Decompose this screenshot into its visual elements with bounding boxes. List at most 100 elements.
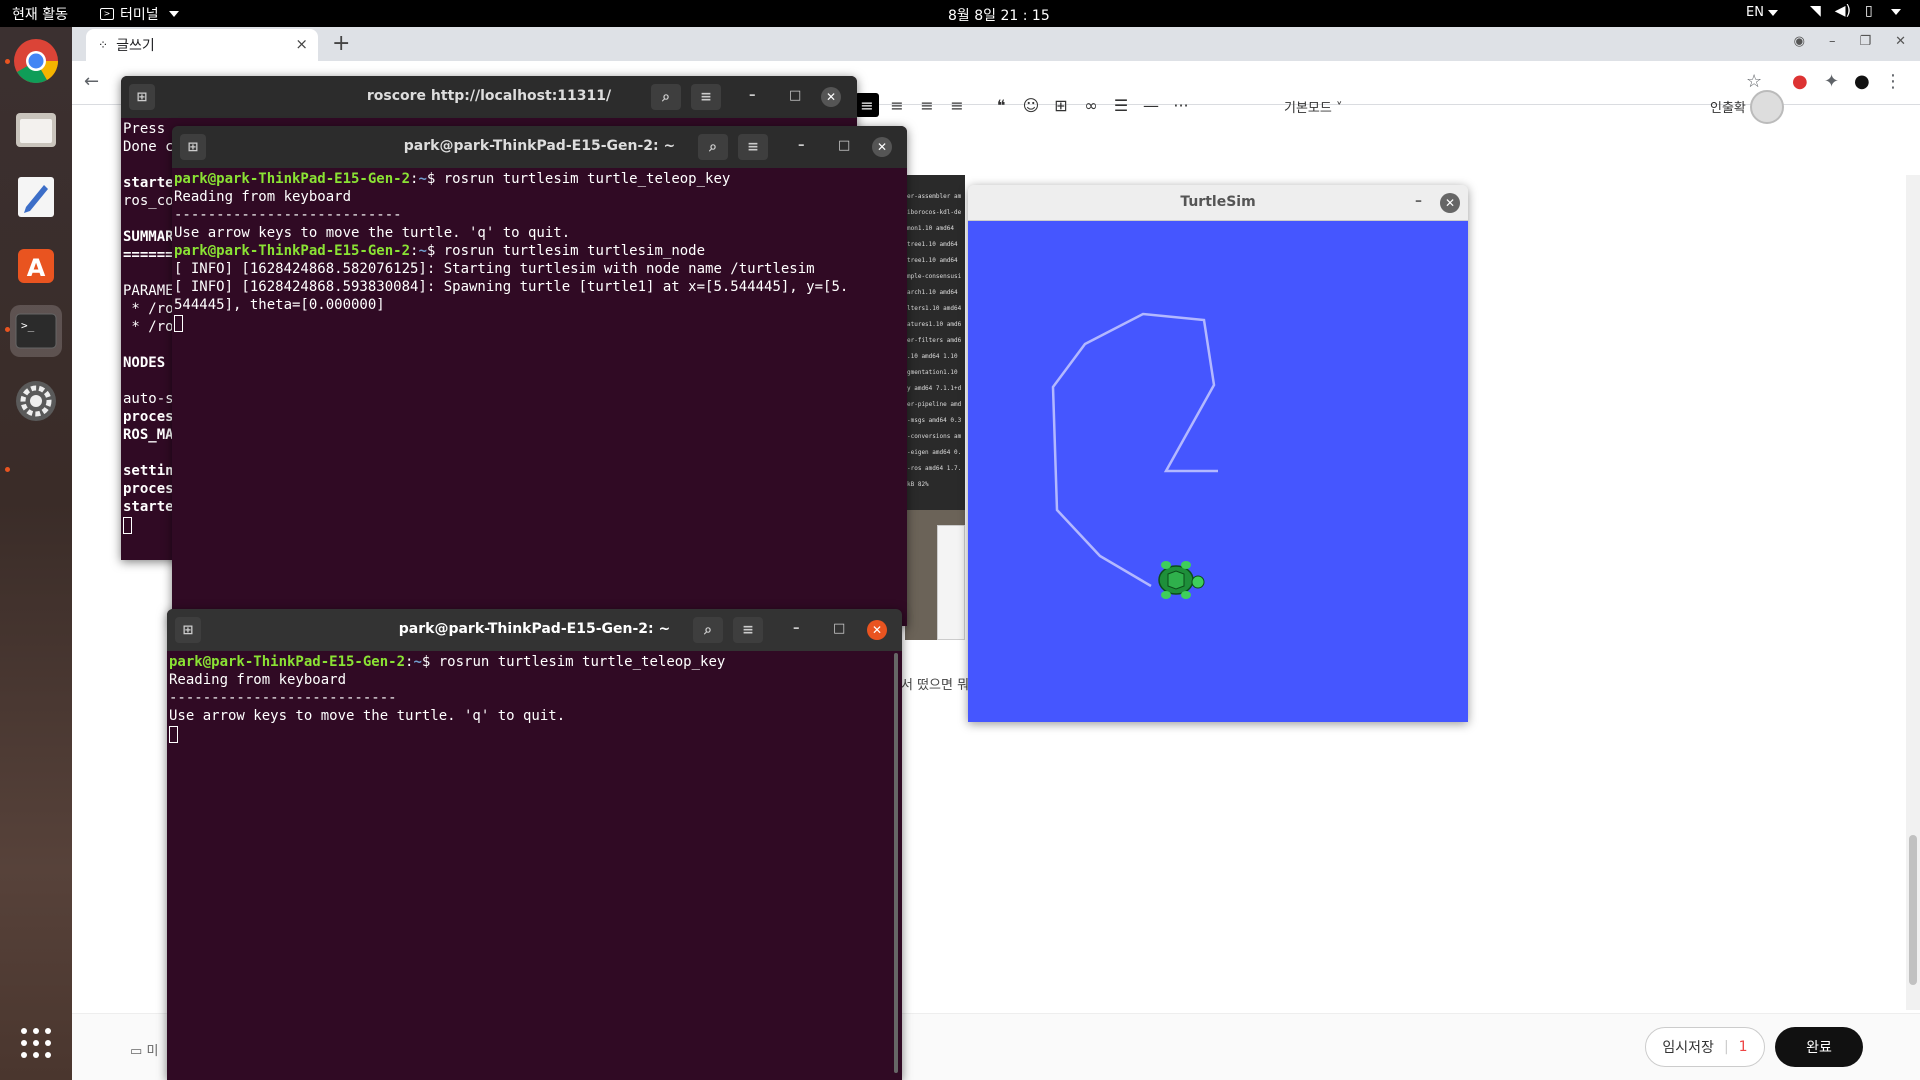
show-applications-button[interactable] <box>10 1017 62 1069</box>
page-scrollbar[interactable] <box>1906 175 1920 1010</box>
turtlesim-window[interactable]: TurtleSim – ✕ <box>968 185 1468 722</box>
terminal-output[interactable]: park@park-ThinkPad-E15-Gen-2:~$ rosrun t… <box>167 651 902 745</box>
close-icon[interactable]: ✕ <box>821 87 841 107</box>
output-line: PARAME <box>123 283 174 299</box>
done-button[interactable]: 완료 <box>1775 1027 1863 1067</box>
extensions-puzzle-icon[interactable]: ✦ <box>1824 71 1839 92</box>
activities-button[interactable]: 현재 활동 <box>12 4 68 24</box>
hamburger-menu-icon[interactable]: ≡ <box>738 134 768 160</box>
maximize-icon[interactable]: □ <box>789 88 801 103</box>
embedded-text-line: tree1.10 amd64 <box>907 241 958 248</box>
prompt-path: ~ <box>418 171 427 187</box>
embedded-text-line: tree1.10 amd64 <box>907 257 958 264</box>
terminal-titlebar[interactable]: ⊞ roscore http://localhost:11311/ ⌕ ≡ – … <box>121 76 857 118</box>
profile-avatar-icon[interactable]: ● <box>1854 71 1870 92</box>
tab-writing[interactable]: ⁘ 글쓰기 × <box>86 29 318 61</box>
command-line: rosrun turtlesim turtle_teleop_key <box>443 171 731 187</box>
turtlesim-titlebar[interactable]: TurtleSim – ✕ <box>968 185 1468 221</box>
align-left-button[interactable]: ≡ <box>855 93 879 117</box>
align-right-button[interactable]: ≡ <box>915 93 939 117</box>
output-line: Reading from keyboard <box>174 189 352 205</box>
dock-files[interactable] <box>10 103 62 155</box>
dock-text-editor[interactable] <box>10 171 62 223</box>
output-line: ROS_MA <box>123 427 174 443</box>
embedded-text-line: atures1.10 amd6 <box>907 321 962 328</box>
embedded-text-line: -eigen amd64 0. <box>907 449 962 456</box>
dock-settings[interactable] <box>10 375 62 427</box>
app-menu[interactable]: > 터미널 <box>100 4 179 24</box>
link-button[interactable]: ∞ <box>1079 93 1103 117</box>
minimize-icon[interactable]: – <box>749 88 756 103</box>
bookmark-star-icon[interactable]: ☆ <box>1746 71 1762 92</box>
output-line: settin <box>123 463 174 479</box>
maximize-icon[interactable]: ❐ <box>1859 34 1871 49</box>
output-line: ====== <box>123 247 174 263</box>
divider-button[interactable]: — <box>1139 93 1163 117</box>
tab-close-icon[interactable]: × <box>295 35 308 53</box>
minimize-icon[interactable]: – <box>1415 193 1422 209</box>
align-center-button[interactable]: ≡ <box>885 93 909 117</box>
command-line: rosrun turtlesim turtlesim_node <box>443 243 706 259</box>
hamburger-menu-icon[interactable]: ≡ <box>733 617 763 643</box>
terminal-scrollbar[interactable] <box>894 653 898 1073</box>
clock[interactable]: 8월 8일 21 : 15 <box>948 5 1050 25</box>
dock-terminal[interactable]: >_ <box>10 305 62 357</box>
close-icon[interactable]: ✕ <box>867 620 887 640</box>
minimize-icon[interactable]: – <box>793 621 800 636</box>
system-tray[interactable]: ◥ ◀) ▯ <box>1810 3 1901 19</box>
dock-software[interactable]: A <box>10 239 62 291</box>
back-icon[interactable]: ← <box>84 71 99 92</box>
avatar[interactable] <box>1750 90 1784 124</box>
maximize-icon[interactable]: □ <box>833 621 845 636</box>
output-line: NODES <box>123 355 166 371</box>
bottom-left-preview[interactable]: ▭ 미 <box>130 1040 158 1059</box>
draft-save-button[interactable]: 임시저장 | 1 <box>1645 1027 1765 1067</box>
tab-search-icon[interactable]: ◉ <box>1794 34 1805 49</box>
embedded-text-line: er-assembler am <box>907 193 962 200</box>
terminal-middle[interactable]: ⊞ park@park-ThinkPad-E15-Gen-2: ~ ⌕ ≡ – … <box>172 126 907 626</box>
search-icon[interactable]: ⌕ <box>693 617 723 643</box>
dock-chrome[interactable] <box>10 35 62 87</box>
close-icon[interactable]: ✕ <box>872 137 892 157</box>
terminal-front[interactable]: ⊞ park@park-ThinkPad-E15-Gen-2: ~ ⌕ ≡ – … <box>167 609 902 1080</box>
terminal-titlebar[interactable]: ⊞ park@park-ThinkPad-E15-Gen-2: ~ ⌕ ≡ – … <box>172 126 907 168</box>
prompt-path: ~ <box>413 654 422 670</box>
prompt-path: ~ <box>418 243 427 259</box>
close-icon[interactable]: ✕ <box>1895 34 1906 49</box>
emoji-button[interactable]: ☺ <box>1019 93 1043 117</box>
maximize-icon[interactable]: □ <box>838 138 850 153</box>
scrollbar-thumb[interactable] <box>1909 835 1917 985</box>
embedded-text-line: kB 82% <box>907 481 929 488</box>
embedded-screenshot-text: er-assembler am iborocos-kdl-de mon1.10 am… <box>905 175 965 493</box>
embedded-text-line: er-pipeline amd <box>907 401 962 408</box>
align-justify-button[interactable]: ≡ <box>945 93 969 117</box>
input-language-label: EN <box>1746 5 1764 20</box>
minimize-icon[interactable]: – <box>1829 34 1836 49</box>
extension-abp-icon[interactable]: ● <box>1792 71 1808 92</box>
mode-select[interactable]: 기본모드 ˅ <box>1284 97 1342 116</box>
input-language[interactable]: EN <box>1746 5 1778 20</box>
close-icon[interactable]: ✕ <box>1440 193 1460 213</box>
output-line: Press <box>123 121 166 137</box>
embedded-text-line: -ros amd64 1.7. <box>907 465 962 472</box>
hamburger-menu-icon[interactable]: ≡ <box>691 84 721 110</box>
draft-count: 1 <box>1738 1039 1748 1055</box>
running-indicator <box>5 59 10 64</box>
folder-icon <box>16 113 56 147</box>
search-icon[interactable]: ⌕ <box>698 134 728 160</box>
output-line: [ INFO] [1628424868.593830084]: Spawning… <box>174 279 849 295</box>
minimize-icon[interactable]: – <box>798 138 805 153</box>
table-button[interactable]: ⊞ <box>1049 93 1073 117</box>
embedded-text-line: -conversions am <box>907 433 962 440</box>
quote-button[interactable]: ❝ <box>989 93 1013 117</box>
draft-save-label: 임시저장 <box>1662 1040 1714 1056</box>
output-line: proces <box>123 481 174 497</box>
terminal-titlebar[interactable]: ⊞ park@park-ThinkPad-E15-Gen-2: ~ ⌕ ≡ – … <box>167 609 902 651</box>
output-line: SUMMAR <box>123 229 174 245</box>
terminal-output[interactable]: park@park-ThinkPad-E15-Gen-2:~$ rosrun t… <box>172 168 907 334</box>
chrome-menu-icon[interactable]: ⋮ <box>1884 71 1902 92</box>
search-icon[interactable]: ⌕ <box>651 84 681 110</box>
more-button[interactable]: ··· <box>1169 93 1193 117</box>
new-tab-button[interactable]: + <box>332 31 350 56</box>
list-button[interactable]: ☰ <box>1109 93 1133 117</box>
